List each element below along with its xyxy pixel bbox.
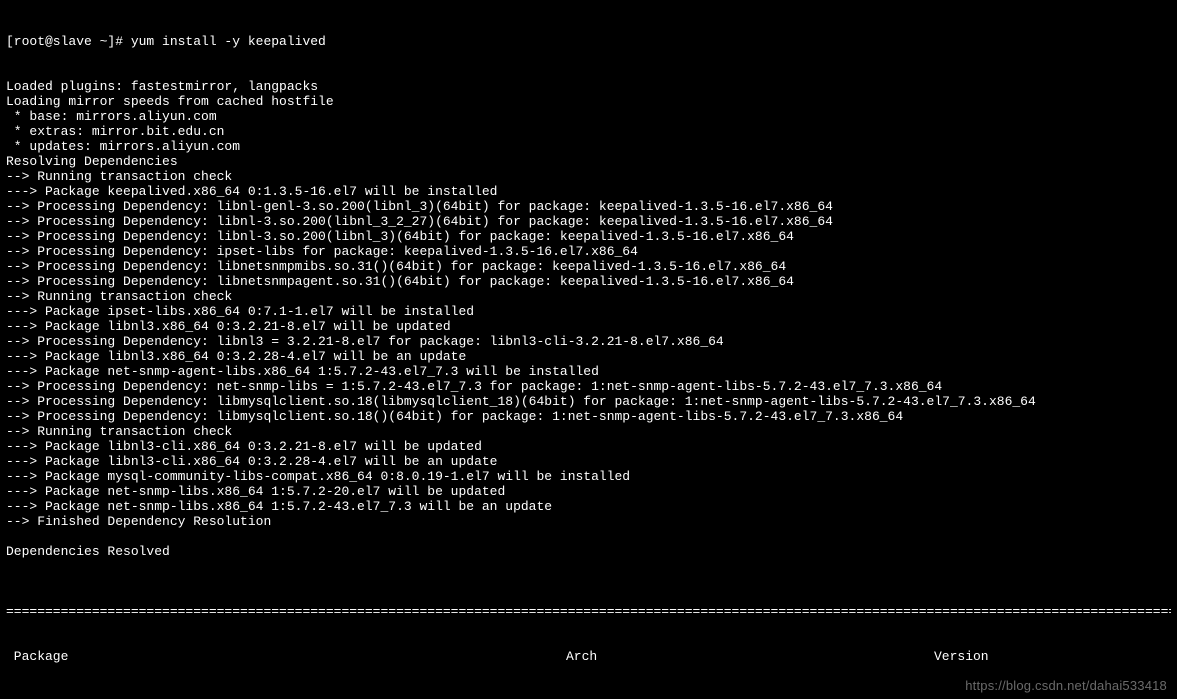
output-line: Resolving Dependencies (6, 154, 1171, 169)
output-line: --> Processing Dependency: libnl-3.so.20… (6, 214, 1171, 229)
output-line: Dependencies Resolved (6, 544, 1171, 559)
output-line (6, 559, 1171, 574)
output-line: --> Processing Dependency: libnl3 = 3.2.… (6, 334, 1171, 349)
output-line: * updates: mirrors.aliyun.com (6, 139, 1171, 154)
output-line: ---> Package net-snmp-libs.x86_64 1:5.7.… (6, 484, 1171, 499)
output-line: ---> Package libnl3.x86_64 0:3.2.21-8.el… (6, 319, 1171, 334)
output-line: * base: mirrors.aliyun.com (6, 109, 1171, 124)
terminal-output[interactable]: [root@slave ~]# yum install -y keepalive… (0, 0, 1177, 699)
output-line: --> Processing Dependency: libnetsnmpmib… (6, 259, 1171, 274)
output-line: Loaded plugins: fastestmirror, langpacks (6, 79, 1171, 94)
output-line: --> Processing Dependency: libmysqlclien… (6, 409, 1171, 424)
watermark-text: https://blog.csdn.net/dahai533418 (965, 678, 1167, 693)
yum-output-block: Loaded plugins: fastestmirror, langpacks… (6, 79, 1171, 574)
shell-prompt-line: [root@slave ~]# yum install -y keepalive… (6, 34, 1171, 49)
output-line: --> Running transaction check (6, 169, 1171, 184)
output-line: --> Processing Dependency: libnetsnmpage… (6, 274, 1171, 289)
output-line: ---> Package net-snmp-libs.x86_64 1:5.7.… (6, 499, 1171, 514)
table-header: Package Arch Version (6, 649, 1171, 664)
output-line: ---> Package libnl3.x86_64 0:3.2.28-4.el… (6, 349, 1171, 364)
output-line: * extras: mirror.bit.edu.cn (6, 124, 1171, 139)
output-line: --> Processing Dependency: ipset-libs fo… (6, 244, 1171, 259)
col-header-version: Version (934, 649, 1171, 664)
output-line: --> Finished Dependency Resolution (6, 514, 1171, 529)
output-line: ---> Package ipset-libs.x86_64 0:7.1-1.e… (6, 304, 1171, 319)
output-line: --> Running transaction check (6, 424, 1171, 439)
output-line (6, 529, 1171, 544)
output-line: --> Processing Dependency: net-snmp-libs… (6, 379, 1171, 394)
output-line: Loading mirror speeds from cached hostfi… (6, 94, 1171, 109)
output-line: --> Processing Dependency: libnl-3.so.20… (6, 229, 1171, 244)
col-header-arch: Arch (566, 649, 934, 664)
output-line: ---> Package libnl3-cli.x86_64 0:3.2.21-… (6, 439, 1171, 454)
output-line: --> Processing Dependency: libmysqlclien… (6, 394, 1171, 409)
table-top-rule: ========================================… (6, 604, 1171, 619)
output-line: ---> Package mysql-community-libs-compat… (6, 469, 1171, 484)
output-line: --> Running transaction check (6, 289, 1171, 304)
output-line: ---> Package libnl3-cli.x86_64 0:3.2.28-… (6, 454, 1171, 469)
col-header-package: Package (6, 649, 566, 664)
table-mid-rule: ========================================… (6, 694, 1171, 699)
output-line: ---> Package net-snmp-agent-libs.x86_64 … (6, 364, 1171, 379)
output-line: --> Processing Dependency: libnl-genl-3.… (6, 199, 1171, 214)
output-line: ---> Package keepalived.x86_64 0:1.3.5-1… (6, 184, 1171, 199)
